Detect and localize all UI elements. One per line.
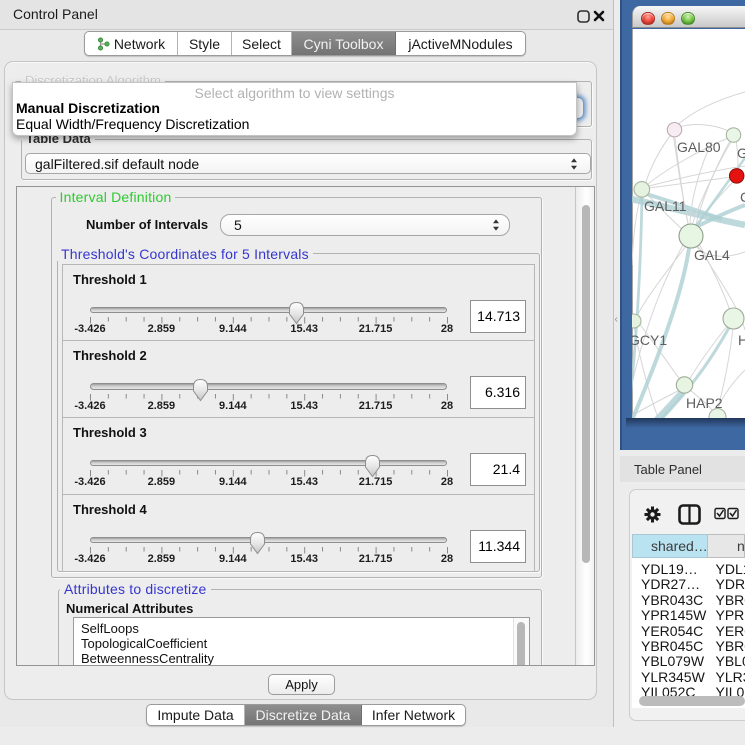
svg-text:HAP2: HAP2 [686, 395, 723, 411]
svg-text:C: C [740, 189, 745, 205]
svg-text:GAL4: GAL4 [694, 247, 730, 263]
svg-text:GAL11: GAL11 [644, 198, 687, 214]
svg-text:GCY1: GCY1 [632, 332, 667, 348]
svg-text:GA: GA [737, 145, 745, 161]
svg-text:GAL80: GAL80 [677, 139, 721, 155]
svg-text:H: H [738, 332, 745, 348]
